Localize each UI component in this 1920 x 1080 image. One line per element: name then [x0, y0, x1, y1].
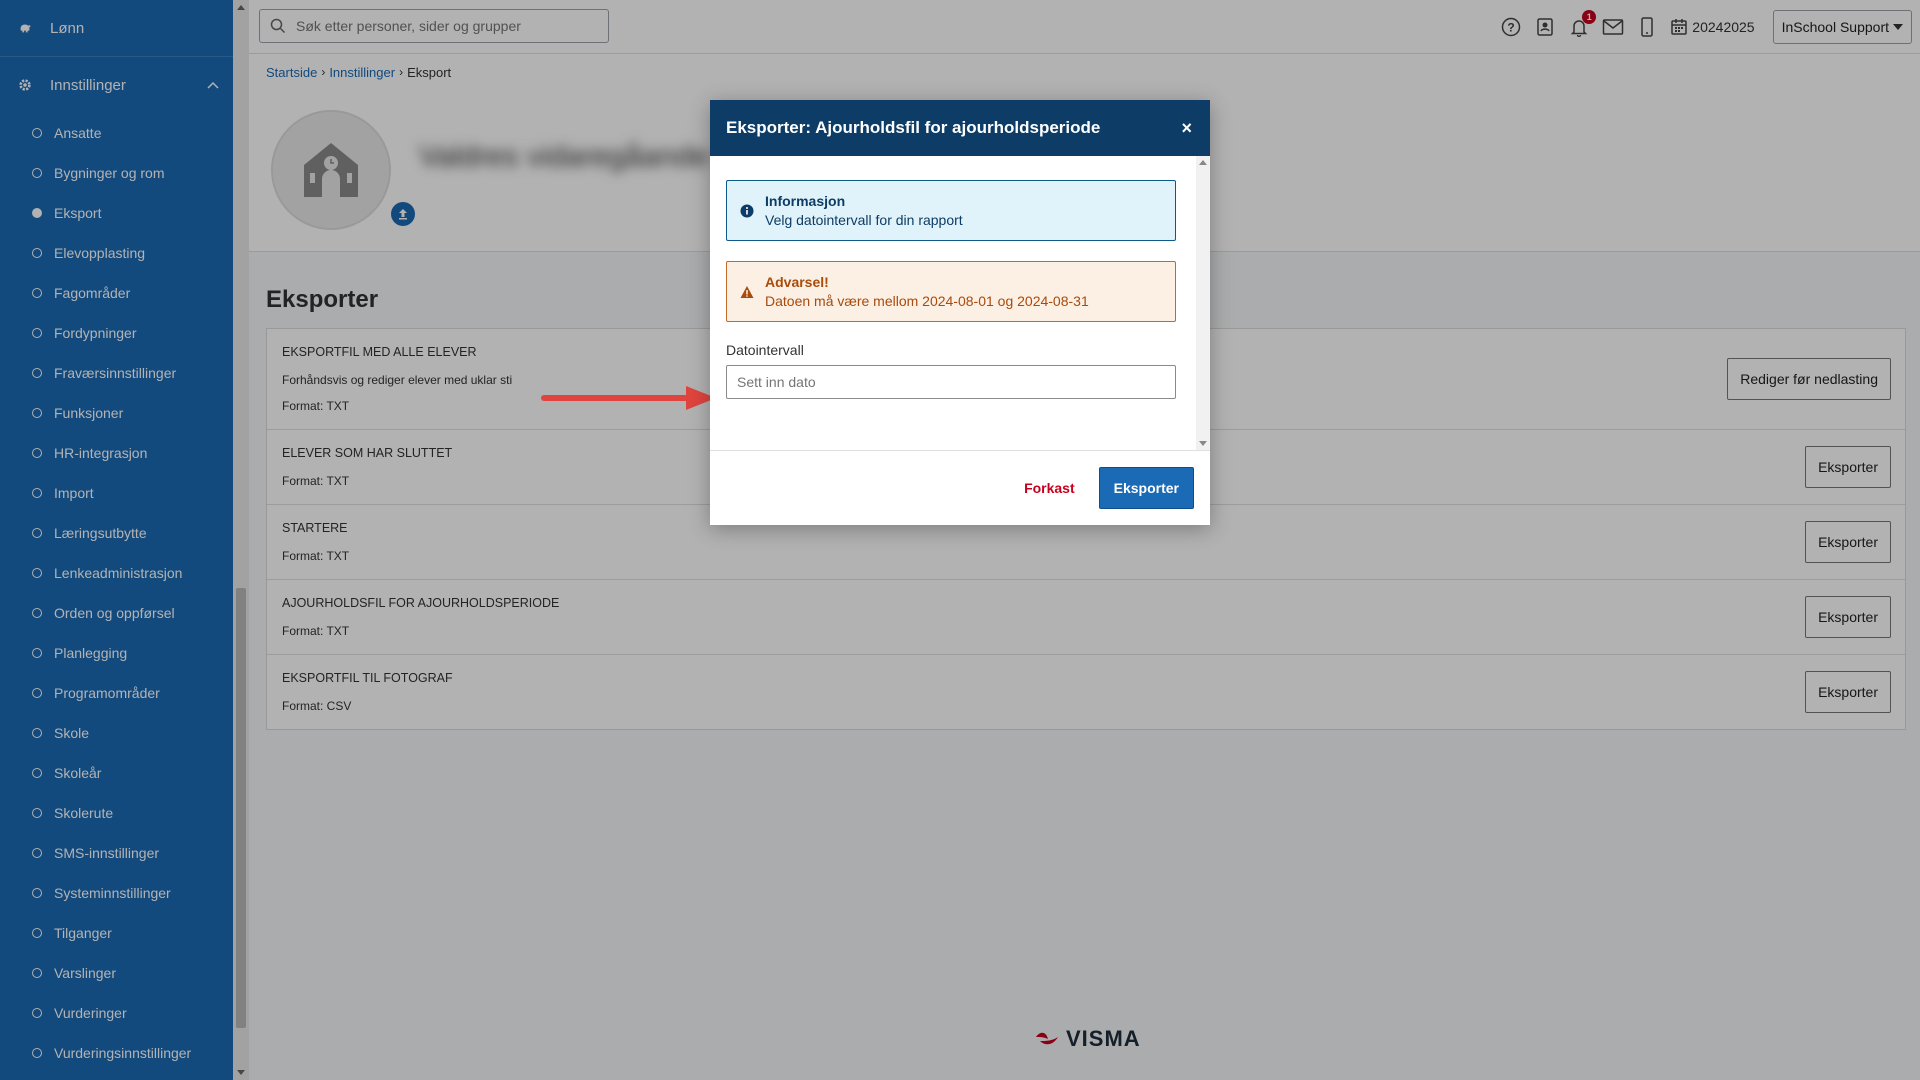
- date-range-input[interactable]: [726, 365, 1176, 399]
- warning-icon: [740, 285, 754, 298]
- info-icon: [740, 204, 754, 217]
- scroll-up-arrow-icon[interactable]: [1199, 160, 1207, 165]
- close-icon[interactable]: ×: [1181, 118, 1192, 139]
- info-alert-title: Informasjon: [765, 193, 846, 209]
- discard-button[interactable]: Forkast: [1024, 480, 1075, 496]
- annotation-arrow-icon: [541, 386, 716, 410]
- warning-alert-text: Datoen må være mellom 2024-08-01 og 2024…: [765, 293, 1089, 309]
- date-range-label: Datointervall: [726, 342, 804, 358]
- info-alert: Informasjon Velg datointervall for din r…: [726, 180, 1176, 241]
- modal-body: Informasjon Velg datointervall for din r…: [710, 156, 1210, 450]
- scroll-down-arrow-icon[interactable]: [1199, 441, 1207, 446]
- export-button[interactable]: Eksporter: [1098, 467, 1194, 509]
- warning-alert: Advarsel! Datoen må være mellom 2024-08-…: [726, 261, 1176, 322]
- warning-alert-title: Advarsel!: [765, 274, 829, 290]
- modal-header: Eksporter: Ajourholdsfil for ajourholdsp…: [710, 100, 1210, 156]
- modal-title: Eksporter: Ajourholdsfil for ajourholdsp…: [726, 118, 1101, 137]
- info-alert-text: Velg datointervall for din rapport: [765, 212, 963, 228]
- modal-footer: Forkast Eksporter: [710, 450, 1210, 525]
- modal-scrollbar[interactable]: [1196, 156, 1210, 450]
- export-modal: Eksporter: Ajourholdsfil for ajourholdsp…: [710, 100, 1210, 525]
